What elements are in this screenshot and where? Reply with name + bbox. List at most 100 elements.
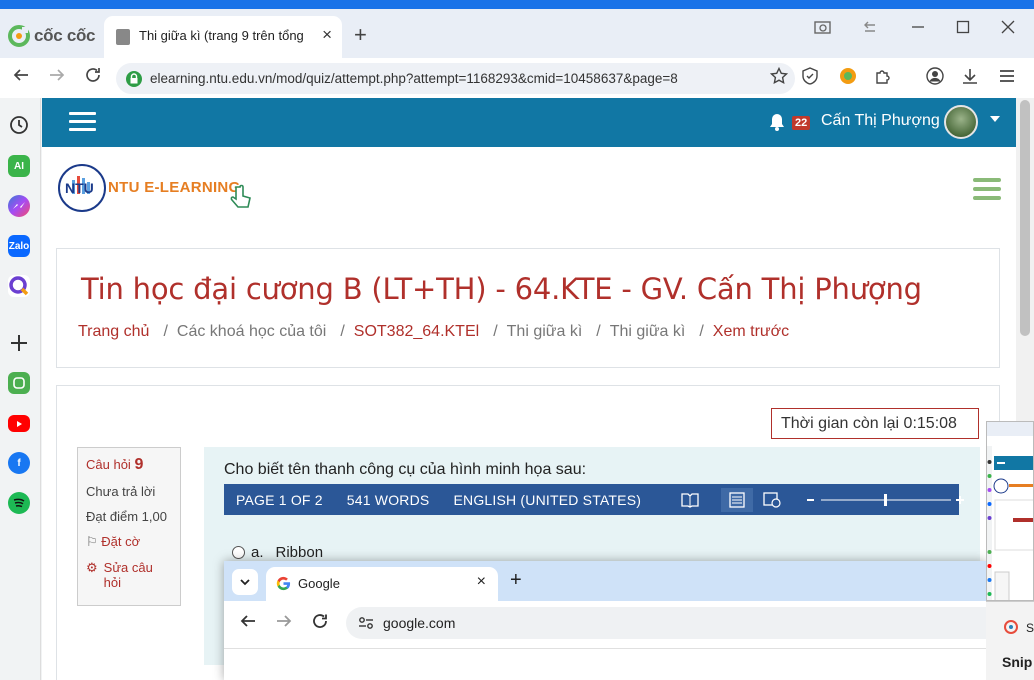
- popup-address-bar[interactable]: google.com: [346, 607, 986, 639]
- breadcrumb-preview[interactable]: Xem trước: [713, 323, 789, 341]
- logo-text: NTU E-LEARNING: [108, 179, 241, 196]
- question-number: Câu hỏi 9: [86, 456, 172, 474]
- downloads-icon[interactable]: [961, 67, 979, 85]
- coccoc-logo-icon: [8, 25, 30, 47]
- popup-tab-strip: Google × +: [224, 561, 986, 601]
- question-info-panel: Câu hỏi 9 Chưa trả lời Đạt điểm 1,00 ⚐ Đ…: [77, 447, 181, 606]
- google-popup-window: Google × + google.com: [224, 561, 986, 680]
- breadcrumb-my-courses[interactable]: Các khoá học của tôi: [177, 323, 326, 341]
- read-mode-icon: [681, 492, 699, 508]
- back-icon[interactable]: [12, 66, 30, 84]
- snip-short-label: Sn: [1026, 621, 1034, 635]
- notification-count-badge[interactable]: 22: [792, 116, 811, 130]
- profile-icon[interactable]: [926, 67, 944, 85]
- address-bar[interactable]: elearning.ntu.edu.vn/mod/quiz/attempt.ph…: [116, 63, 795, 94]
- snipping-tool-icon: [1004, 620, 1018, 634]
- page-favicon-icon: [116, 29, 130, 45]
- popup-url-text: google.com: [383, 615, 456, 631]
- site-settings-icon[interactable]: [358, 616, 374, 630]
- tab-search-chevron-down-icon[interactable]: [232, 569, 258, 595]
- question-number-value: 9: [134, 456, 144, 473]
- maximize-icon[interactable]: [956, 20, 970, 34]
- statusbar-page: PAGE 1 OF 2: [236, 491, 323, 508]
- google-logo-icon: [276, 576, 291, 591]
- site-menu-icon[interactable]: [973, 178, 1001, 200]
- facebook-icon[interactable]: f: [8, 452, 30, 474]
- brand-name: cốc cốc: [34, 26, 96, 45]
- breadcrumb-course[interactable]: SOT382_64.KTEl: [354, 323, 479, 341]
- spotify-icon[interactable]: [8, 492, 30, 514]
- user-menu-chevron-down-icon[interactable]: [990, 116, 1000, 122]
- web-layout-icon: [763, 491, 781, 508]
- ai-assistant-icon[interactable]: AI: [8, 155, 30, 177]
- adblock-shield-icon[interactable]: [801, 67, 819, 85]
- course-title: Tin học đại cương B (LT+TH) - 64.KTE - G…: [81, 272, 922, 306]
- hand-pointer-icon: [228, 184, 254, 210]
- edit-question-link[interactable]: ⚙ Sửa câu hỏi: [86, 560, 172, 590]
- ntu-elearning-logo[interactable]: NTU NTU E-LEARNING: [56, 162, 256, 218]
- logo-mark: NTU: [65, 180, 94, 196]
- extension-coccoc-icon[interactable]: [839, 67, 857, 85]
- browser-menu-icon[interactable]: [998, 67, 1016, 85]
- nav-drawer-menu-icon[interactable]: [69, 112, 96, 132]
- user-name[interactable]: Cấn Thị Phượng: [821, 112, 940, 130]
- statusbar-language: ENGLISH (UNITED STATES): [453, 491, 642, 508]
- question-status: Chưa trả lời: [86, 484, 156, 499]
- gear-icon: ⚙: [86, 560, 98, 575]
- minimize-icon[interactable]: [911, 20, 925, 34]
- question-label: Câu hỏi: [86, 457, 131, 472]
- page-scrollbar[interactable]: [1016, 98, 1034, 421]
- back-arrows-icon[interactable]: [862, 20, 878, 36]
- close-window-icon[interactable]: [1001, 20, 1015, 34]
- popup-new-tab-button[interactable]: +: [510, 569, 522, 592]
- user-avatar[interactable]: [944, 105, 978, 139]
- question-points: Đạt điểm 1,00: [86, 509, 167, 524]
- browser-tab-active[interactable]: Thi giữa kì (trang 9 trên tổng ×: [104, 16, 342, 58]
- snipping-tool-panel[interactable]: Sn Snip: [986, 601, 1034, 680]
- youtube-icon[interactable]: [8, 415, 30, 432]
- new-tab-button[interactable]: +: [354, 22, 367, 48]
- extensions-puzzle-icon[interactable]: [874, 67, 892, 85]
- popup-tab-title: Google: [298, 576, 340, 591]
- popup-reload-icon[interactable]: [312, 613, 328, 629]
- popup-forward-icon[interactable]: [276, 613, 292, 629]
- url-text: elearning.ntu.edu.vn/mod/quiz/attempt.ph…: [150, 71, 678, 86]
- notification-bell-icon[interactable]: [768, 112, 786, 132]
- search-tabs-icon[interactable]: [814, 20, 832, 36]
- bookmark-star-icon[interactable]: [770, 67, 788, 85]
- answer-option-a[interactable]: a. Ribbon: [232, 544, 323, 561]
- popup-toolbar-divider: [224, 648, 986, 649]
- green-app-icon[interactable]: [8, 372, 30, 394]
- history-icon[interactable]: [8, 114, 30, 136]
- word-status-bar-image: PAGE 1 OF 2 541 WORDS ENGLISH (UNITED ST…: [224, 484, 965, 515]
- close-popup-tab-icon[interactable]: ×: [477, 573, 486, 591]
- answer-a-letter: a.: [251, 544, 264, 561]
- q-app-icon[interactable]: [8, 275, 30, 297]
- quiz-timer: Thời gian còn lại 0:15:08: [771, 408, 979, 439]
- messenger-icon[interactable]: [8, 195, 30, 217]
- zoom-slider-icon: [805, 493, 965, 507]
- scrollbar-thumb[interactable]: [1020, 100, 1030, 336]
- snip-title: Snip: [1002, 654, 1033, 670]
- answer-a-text: Ribbon: [275, 544, 324, 561]
- window-preview-thumbnail[interactable]: [986, 421, 1034, 601]
- breadcrumb-home[interactable]: Trang chủ: [78, 323, 149, 341]
- breadcrumb-section[interactable]: Thi giữa kì: [507, 323, 583, 341]
- breadcrumb-quiz[interactable]: Thi giữa kì: [610, 323, 686, 341]
- flag-label: Đặt cờ: [101, 534, 141, 549]
- secure-lock-icon[interactable]: [125, 70, 143, 88]
- coccoc-brand[interactable]: cốc cốc: [8, 24, 96, 48]
- course-header: Tin học đại cương B (LT+TH) - 64.KTE - G…: [56, 248, 1000, 368]
- forward-icon[interactable]: [48, 66, 66, 84]
- zalo-icon[interactable]: Zalo: [8, 235, 30, 257]
- tab-title: Thi giữa kì (trang 9 trên tổng: [139, 28, 304, 43]
- edit-label: Sửa câu hỏi: [103, 560, 153, 590]
- popup-back-icon[interactable]: [240, 613, 256, 629]
- flag-question-link[interactable]: ⚐ Đặt cờ: [86, 534, 172, 550]
- add-sidebar-app-icon[interactable]: [8, 332, 30, 354]
- print-layout-icon: [721, 487, 754, 512]
- reload-icon[interactable]: [84, 66, 102, 84]
- popup-tab-google[interactable]: Google ×: [266, 567, 498, 601]
- close-tab-icon[interactable]: ×: [322, 25, 332, 45]
- answer-a-radio[interactable]: [232, 546, 245, 559]
